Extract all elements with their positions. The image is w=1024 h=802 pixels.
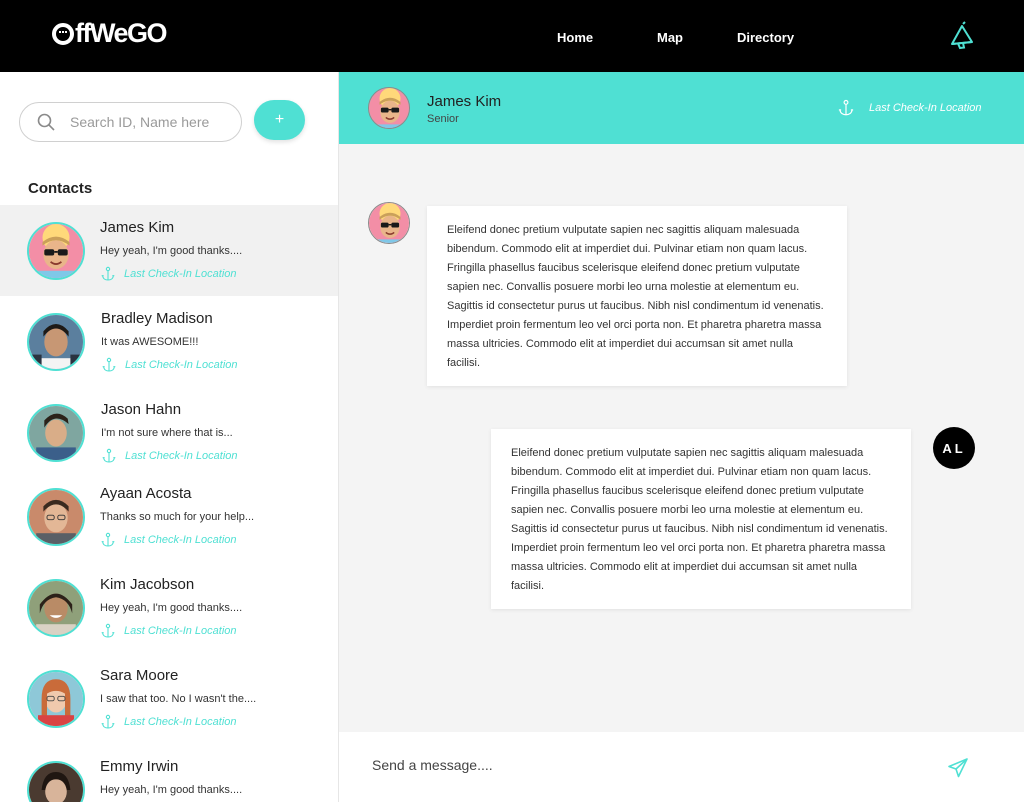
avatar <box>27 313 85 371</box>
contact-name: Sara Moore <box>100 667 179 684</box>
avatar <box>27 488 85 546</box>
contact-item-sara-moore[interactable]: Sara Moore I saw that too. No I wasn't t… <box>0 653 338 744</box>
anchor-icon <box>101 448 117 464</box>
contact-item-kim-jacobson[interactable]: Kim Jacobson Hey yeah, I'm good thanks..… <box>0 562 338 653</box>
anchor-icon <box>100 623 116 639</box>
contact-name: Emmy Irwin <box>100 758 179 775</box>
message-bubble-outgoing: Eleifend donec pretium vulputate sapien … <box>491 429 911 609</box>
location-label: Last Check-In Location <box>124 268 237 280</box>
brand-logo[interactable]: ffWeGO <box>52 18 168 49</box>
contact-preview: Hey yeah, I'm good thanks.... <box>100 602 243 614</box>
contacts-sidebar: + Contacts James Kim Hey yeah, I'm good … <box>0 72 339 802</box>
contact-preview: It was AWESOME!!! <box>101 336 199 348</box>
send-icon <box>948 758 968 778</box>
location-label: Last Check-In Location <box>869 102 982 114</box>
last-checkin-location-link[interactable]: Last Check-In Location <box>101 357 238 373</box>
message-composer <box>340 732 1024 802</box>
message-thread[interactable]: Eleifend donec pretium vulputate sapien … <box>339 144 1024 732</box>
contacts-heading: Contacts <box>28 180 93 197</box>
location-label: Last Check-In Location <box>125 450 238 462</box>
message-text: Eleifend donec pretium vulputate sapien … <box>511 447 888 592</box>
contact-preview: Hey yeah, I'm good thanks.... <box>100 245 243 257</box>
avatar <box>27 222 85 280</box>
avatar <box>27 404 85 462</box>
contact-item-ayaan-acosta[interactable]: Ayaan Acosta Thanks so much for your hel… <box>0 471 338 562</box>
brand-wordmark: ffWeGO <box>75 18 168 48</box>
send-button[interactable] <box>946 756 970 780</box>
contact-item-jason-hahn[interactable]: Jason Hahn I'm not sure where that is...… <box>0 387 338 478</box>
logo-mark-icon <box>52 22 74 45</box>
anchor-icon <box>100 714 116 730</box>
megaphone-icon[interactable] <box>946 20 978 52</box>
chat-contact-name: James Kim <box>427 93 502 110</box>
avatar <box>27 670 85 728</box>
avatar <box>27 761 85 802</box>
avatar[interactable] <box>368 87 410 129</box>
last-checkin-location-link[interactable]: Last Check-In Location <box>100 623 237 639</box>
contact-preview: Hey yeah, I'm good thanks.... <box>100 784 243 796</box>
contact-preview: I saw that too. No I wasn't the.... <box>100 693 257 705</box>
nav-map-link[interactable]: Map <box>657 30 683 45</box>
avatar <box>27 579 85 637</box>
location-label: Last Check-In Location <box>124 534 237 546</box>
contact-name: Ayaan Acosta <box>100 485 192 502</box>
chat-header: James Kim Senior Last Check-In Location <box>339 72 1024 144</box>
last-checkin-location-link[interactable]: Last Check-In Location <box>100 714 237 730</box>
anchor-icon <box>100 266 116 282</box>
contact-preview: I'm not sure where that is... <box>101 427 233 439</box>
search-icon <box>37 113 55 131</box>
contact-item-james-kim[interactable]: James Kim Hey yeah, I'm good thanks.... … <box>0 205 338 296</box>
top-navigation-bar: ffWeGO Home Map Directory <box>0 0 1024 72</box>
nav-directory-link[interactable]: Directory <box>737 30 794 45</box>
anchor-icon <box>837 99 855 117</box>
contact-name: James Kim <box>100 219 175 236</box>
add-contact-button[interactable]: + <box>254 100 305 140</box>
contact-preview: Thanks so much for your help... <box>100 511 255 523</box>
nav-home-link[interactable]: Home <box>557 30 593 45</box>
message-text: Eleifend donec pretium vulputate sapien … <box>447 224 824 369</box>
avatar: AL <box>933 427 975 469</box>
contact-name: Kim Jacobson <box>100 576 195 593</box>
search-box[interactable] <box>19 102 242 142</box>
location-label: Last Check-In Location <box>125 359 238 371</box>
last-checkin-location-link[interactable]: Last Check-In Location <box>100 266 237 282</box>
anchor-icon <box>101 357 117 373</box>
search-input[interactable] <box>70 114 220 130</box>
contact-name: Bradley Madison <box>101 310 213 327</box>
contact-item-bradley-madison[interactable]: Bradley Madison It was AWESOME!!! Last C… <box>0 296 338 387</box>
last-checkin-location-link[interactable]: Last Check-In Location <box>101 448 238 464</box>
last-checkin-location-link[interactable]: Last Check-In Location <box>100 532 237 548</box>
last-checkin-location-link[interactable]: Last Check-In Location <box>837 99 982 117</box>
avatar <box>368 202 410 244</box>
chat-contact-role: Senior <box>427 113 459 125</box>
location-label: Last Check-In Location <box>124 716 237 728</box>
message-bubble-incoming: Eleifend donec pretium vulputate sapien … <box>427 206 847 386</box>
contact-name: Jason Hahn <box>101 401 182 418</box>
location-label: Last Check-In Location <box>124 625 237 637</box>
contact-item-emmy-irwin[interactable]: Emmy Irwin Hey yeah, I'm good thanks.... <box>0 744 338 802</box>
message-input[interactable] <box>372 757 932 773</box>
anchor-icon <box>100 532 116 548</box>
